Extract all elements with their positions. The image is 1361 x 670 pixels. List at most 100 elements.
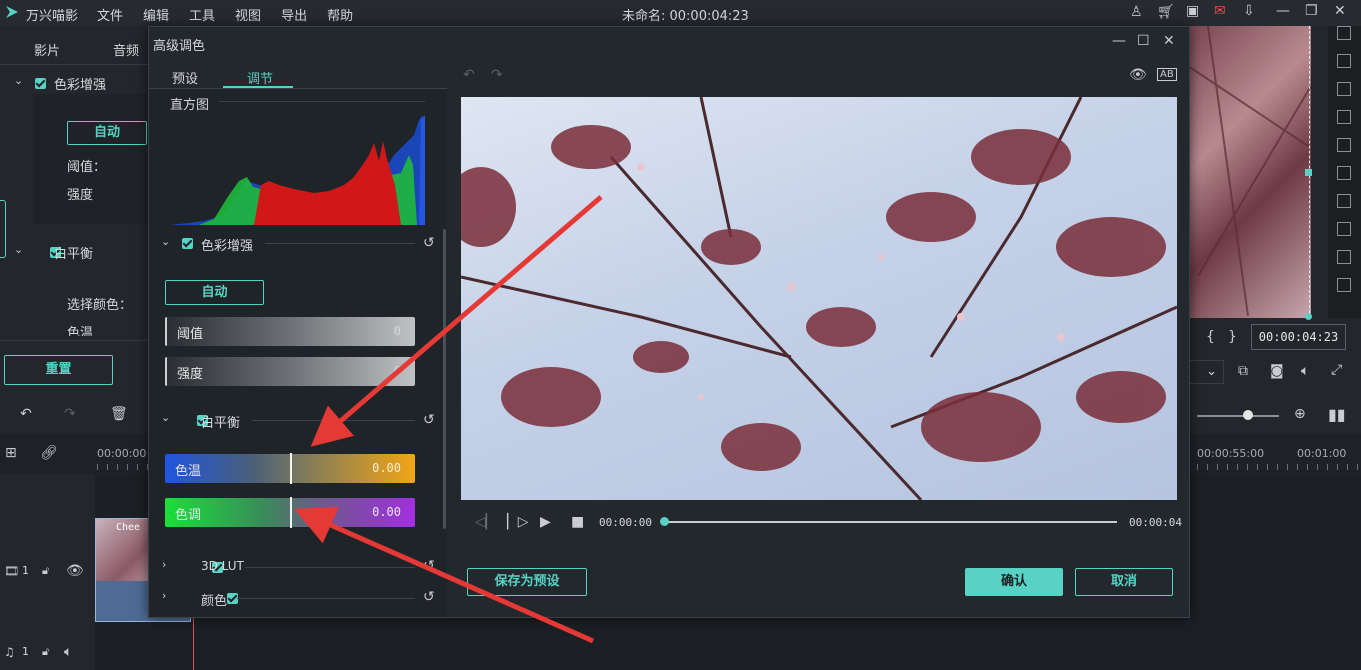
mail-icon[interactable]: ✉: [1214, 3, 1226, 19]
chevron-right-icon[interactable]: ›: [162, 558, 166, 571]
tab-adjust[interactable]: 调节: [247, 68, 273, 87]
timecode-field[interactable]: 00:00:04:23: [1251, 324, 1346, 350]
close-icon[interactable]: ✕: [1334, 3, 1346, 19]
reset-icon[interactable]: ↺: [423, 558, 435, 574]
zoom-slider-thumb[interactable]: [1243, 410, 1253, 420]
undo-icon[interactable]: ↶: [463, 67, 475, 83]
cart-icon[interactable]: 🛒︎: [1157, 4, 1175, 20]
histogram: [169, 115, 425, 225]
cancel-button[interactable]: 取消: [1075, 568, 1173, 596]
confirm-button[interactable]: 确认: [965, 568, 1063, 596]
redo-icon[interactable]: ↷: [491, 67, 503, 83]
add-track-icon[interactable]: ⊞: [5, 445, 17, 461]
menu-view[interactable]: 视图: [235, 9, 261, 24]
intensity-label: 强度: [177, 367, 204, 382]
color-enhance-checkbox[interactable]: [182, 238, 193, 249]
clip-label: Chee: [116, 522, 141, 533]
menu-export[interactable]: 导出: [281, 9, 307, 24]
play-frame-icon[interactable]: ▏▷: [507, 514, 529, 530]
menu-bar: 文件 编辑 工具 视图 导出 帮助: [97, 5, 373, 24]
mark-in-icon[interactable]: {: [1206, 329, 1215, 345]
menu-edit[interactable]: 编辑: [143, 9, 169, 24]
play-icon[interactable]: ▶: [540, 514, 551, 530]
prev-frame-icon[interactable]: ◁▏: [475, 514, 497, 530]
adjust-panel: 直方图 ⌄ 色彩增强 ↺ 自动 阈值 0 强度 0 ⌄ 白平衡 ↺ 色温 0.0…: [149, 89, 447, 617]
reset-icon[interactable]: ↺: [423, 589, 435, 605]
save-preset-button[interactable]: 保存为预设: [467, 568, 587, 596]
temperature-slider-thumb[interactable]: [290, 453, 292, 484]
save-icon[interactable]: ▣: [1186, 3, 1199, 19]
chevron-down-icon[interactable]: ⌄: [161, 411, 170, 424]
split-view-icon[interactable]: ▮▮: [1328, 405, 1346, 424]
reset-icon[interactable]: ↺: [423, 412, 435, 428]
auto-button[interactable]: 自动: [165, 280, 264, 305]
visibility-icon[interactable]: 👁︎: [66, 563, 84, 579]
temperature-label: 色温: [175, 464, 202, 479]
chevron-down-icon[interactable]: ⌄: [14, 243, 23, 256]
crop-handle[interactable]: [1305, 169, 1312, 176]
marker-list: [1337, 26, 1351, 318]
close-icon[interactable]: ✕: [1163, 33, 1175, 49]
app-name: 万兴喵影: [26, 9, 79, 24]
preview-image-thumb: [1188, 26, 1311, 318]
tint-slider-thumb[interactable]: [290, 497, 292, 528]
video-track-icon: 🎞︎: [4, 564, 20, 578]
compare-ab-icon[interactable]: AB: [1157, 68, 1177, 81]
intensity-label: 强度: [67, 188, 94, 203]
menu-file[interactable]: 文件: [97, 9, 123, 24]
quality-dropdown[interactable]: ⌄: [1188, 360, 1224, 384]
divider: [237, 598, 415, 599]
menu-tools[interactable]: 工具: [189, 9, 215, 24]
undo-icon[interactable]: ↶: [20, 406, 32, 422]
display-settings-icon[interactable]: ⧉: [1238, 363, 1248, 379]
account-icon[interactable]: ♙: [1130, 4, 1143, 20]
restore-icon[interactable]: ❐: [1305, 3, 1318, 19]
intensity-slider[interactable]: 强度 0: [165, 357, 415, 386]
link-icon[interactable]: 🔗︎: [40, 445, 58, 461]
delete-icon[interactable]: 🗑︎: [110, 406, 128, 422]
tab-video[interactable]: 影片: [34, 40, 60, 59]
lock-icon[interactable]: 🔓︎: [42, 645, 49, 659]
maximize-icon[interactable]: ☐: [1137, 33, 1150, 49]
progress-track[interactable]: [664, 521, 1117, 523]
auto-button[interactable]: 自动: [67, 121, 147, 145]
minimize-icon[interactable]: —: [1112, 33, 1126, 49]
stop-icon[interactable]: ■: [571, 514, 584, 530]
tab-presets[interactable]: 预设: [172, 68, 198, 87]
crop-handle[interactable]: [1305, 313, 1312, 320]
menu-help[interactable]: 帮助: [327, 9, 353, 24]
project-title: 未命名: 00:00:04:23: [622, 9, 749, 24]
zoom-in-icon[interactable]: ⊕: [1294, 406, 1306, 422]
threshold-slider[interactable]: 阈值 0: [165, 317, 415, 346]
progress-thumb[interactable]: [660, 517, 669, 526]
divider: [0, 340, 150, 341]
reset-button[interactable]: 重置: [4, 355, 113, 385]
chevron-down-icon[interactable]: ⌄: [14, 74, 23, 87]
threshold-label: 阈值: [177, 327, 204, 342]
tab-audio[interactable]: 音频: [113, 40, 139, 59]
zoom-slider[interactable]: [1197, 415, 1279, 417]
color-enhance-checkbox[interactable]: [35, 78, 46, 89]
snapshot-icon[interactable]: ◙: [1270, 363, 1284, 379]
temperature-value: 0.00: [372, 461, 401, 475]
volume-icon[interactable]: 🔈︎: [1301, 363, 1309, 379]
end-time: 00:00:04: [1129, 516, 1182, 529]
title-bar: 万兴喵影 文件 编辑 工具 视图 导出 帮助 未命名: 00:00:04:23 ♙ 🛒︎ …: [0, 0, 1361, 26]
video-track-number: 1: [22, 564, 29, 577]
temperature-slider[interactable]: 色温 0.00: [165, 453, 415, 484]
panel-scrollbar[interactable]: [443, 229, 446, 529]
redo-icon[interactable]: ↷: [64, 406, 76, 422]
chevron-right-icon[interactable]: ›: [162, 589, 166, 602]
download-icon[interactable]: ⇩: [1243, 3, 1255, 19]
pick-color-label: 选择颜色：: [67, 298, 133, 313]
tint-slider[interactable]: 色调 0.00: [165, 497, 415, 528]
fullscreen-icon[interactable]: ⤢: [1331, 362, 1342, 378]
lock-icon[interactable]: 🔓︎: [42, 564, 49, 578]
reset-icon[interactable]: ↺: [423, 235, 435, 251]
mark-out-icon[interactable]: }: [1228, 329, 1237, 345]
volume-icon[interactable]: 🔈︎: [64, 644, 72, 660]
chevron-down-icon[interactable]: ⌄: [161, 235, 170, 248]
preview-toggle-icon[interactable]: 👁︎: [1129, 67, 1147, 83]
minimize-icon[interactable]: —: [1276, 3, 1290, 19]
scroll-handle[interactable]: [0, 200, 6, 258]
